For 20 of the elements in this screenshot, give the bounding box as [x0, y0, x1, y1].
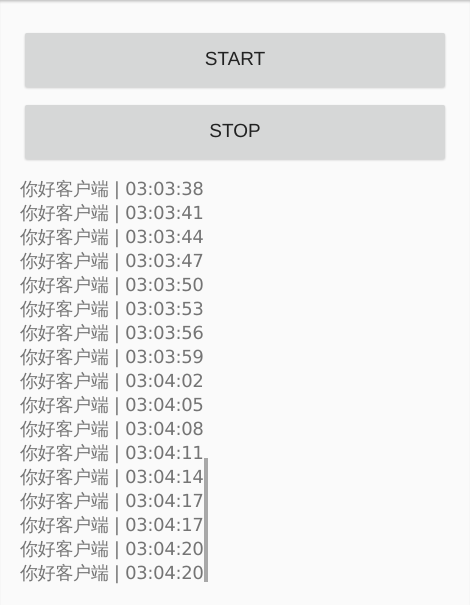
log-line: 你好客户端 | 03:04:11: [20, 442, 205, 466]
log-line: 你好客户端 | 03:04:20: [20, 538, 205, 562]
log-line: 你好客户端 | 03:03:44: [20, 226, 205, 250]
scrollbar-thumb[interactable]: [204, 458, 208, 582]
log-line: 你好客户端 | 03:03:38: [20, 178, 205, 202]
log-line: 你好客户端 | 03:04:08: [20, 418, 205, 442]
log-line: 你好客户端 | 03:03:41: [20, 202, 205, 226]
log-line: 你好客户端 | 03:04:14: [20, 466, 205, 490]
log-line: 你好客户端 | 03:04:17: [20, 490, 205, 514]
log-line: 你好客户端 | 03:03:50: [20, 274, 205, 298]
log-line: 你好客户端 | 03:04:05: [20, 394, 205, 418]
log-line: 你好客户端 | 03:03:53: [20, 298, 205, 322]
log-line: 你好客户端 | 03:03:56: [20, 322, 205, 346]
log-line: 你好客户端 | 03:04:02: [20, 370, 205, 394]
log-line: 你好客户端 | 03:04:20: [20, 562, 205, 586]
log-line: 你好客户端 | 03:04:17: [20, 514, 205, 538]
log-line: 你好客户端 | 03:03:47: [20, 250, 205, 274]
action-button[interactable]: START: [25, 33, 445, 87]
log-line: 你好客户端 | 03:03:59: [20, 346, 205, 370]
action-button[interactable]: STOP: [25, 105, 445, 159]
